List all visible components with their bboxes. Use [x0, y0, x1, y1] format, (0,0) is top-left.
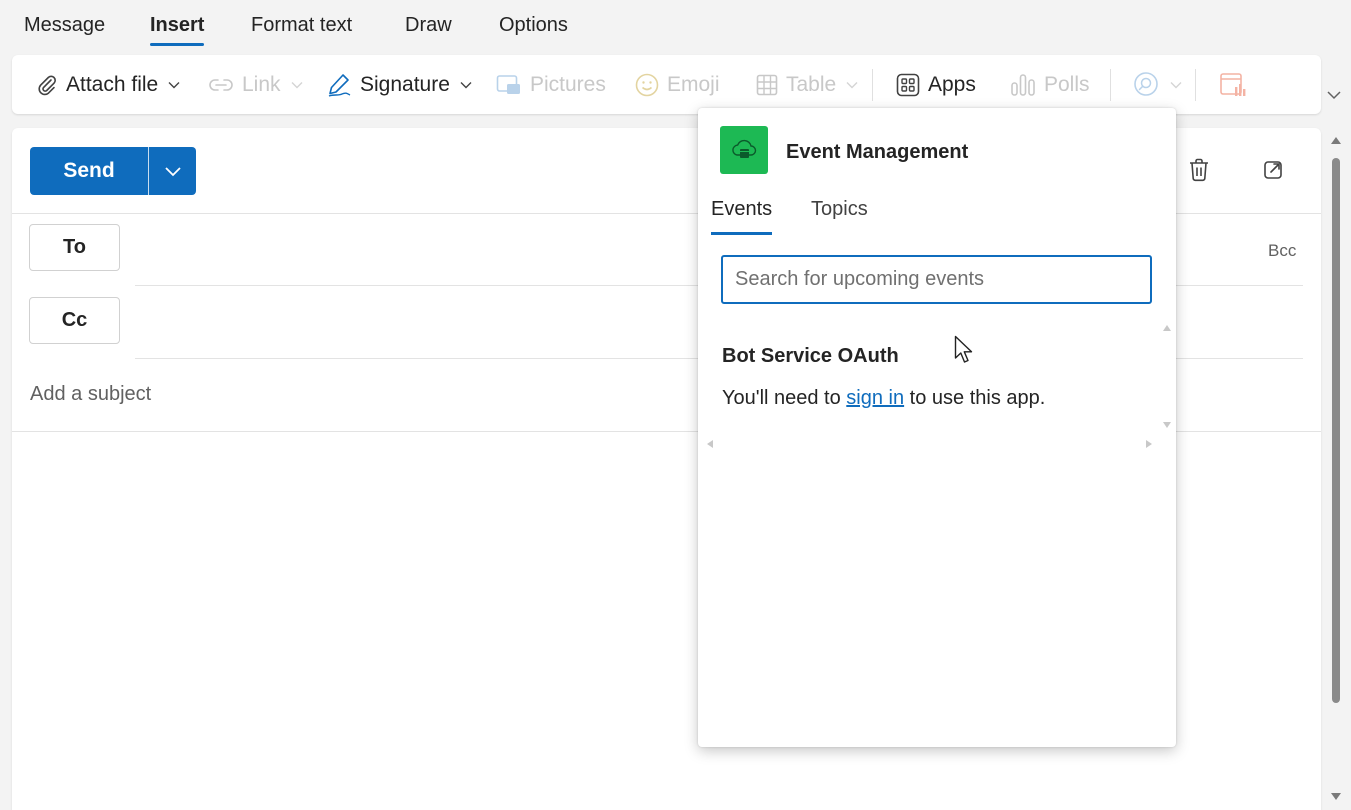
- scroll-up-arrow-icon[interactable]: [1330, 136, 1342, 145]
- pop-out-icon[interactable]: [1263, 158, 1285, 180]
- ribbon-expand-chevron-icon[interactable]: [1326, 90, 1342, 100]
- apps-grid-icon: [896, 73, 920, 96]
- chevron-down-icon: [846, 81, 858, 88]
- events-search-input[interactable]: [721, 255, 1152, 304]
- sign-in-link[interactable]: sign in: [846, 387, 904, 409]
- scrollbar-thumb[interactable]: [1332, 158, 1340, 703]
- tab-options[interactable]: Options: [499, 14, 568, 37]
- subject-input[interactable]: Add a subject: [30, 383, 151, 406]
- mouse-pointer-icon: [954, 335, 973, 363]
- event-management-panel: Event Management Events Topics Bot Servi…: [698, 108, 1176, 747]
- polls-label: Polls: [1044, 72, 1090, 96]
- link-button[interactable]: Link: [208, 55, 303, 114]
- apps-label: Apps: [928, 72, 976, 96]
- toolbar-divider: [1110, 69, 1111, 101]
- send-options-dropdown[interactable]: [149, 147, 196, 195]
- chevron-down-icon: [460, 81, 472, 88]
- scroll-down-arrow-icon[interactable]: [1330, 792, 1342, 801]
- tab-events[interactable]: Events: [711, 198, 773, 235]
- table-button[interactable]: Table: [756, 55, 858, 114]
- poll-chart-icon: [1011, 73, 1035, 96]
- auth-message-suffix: to use this app.: [904, 387, 1046, 409]
- app-logo: [720, 126, 768, 174]
- tab-format-text[interactable]: Format text: [251, 14, 352, 37]
- emoji-button[interactable]: Emoji: [635, 55, 720, 114]
- vertical-scrollbar[interactable]: [1327, 128, 1347, 810]
- toolbar-divider: [1195, 69, 1196, 101]
- send-button[interactable]: Send: [30, 147, 148, 195]
- tab-message[interactable]: Message: [24, 14, 105, 37]
- content-scroll-left-icon[interactable]: [706, 439, 714, 449]
- signature-label: Signature: [360, 72, 450, 96]
- menu-tabs: Message Insert Format text Draw Options: [0, 0, 1351, 50]
- chevron-down-icon: [1170, 81, 1182, 88]
- pictures-label: Pictures: [530, 72, 606, 96]
- picture-icon: [496, 74, 520, 94]
- signature-pen-icon: [328, 73, 351, 97]
- auth-message-prefix: You'll need to: [722, 387, 847, 409]
- cloud-calendar-icon: [732, 139, 757, 158]
- app-title: Event Management: [786, 141, 969, 163]
- signature-button[interactable]: Signature: [326, 55, 472, 114]
- content-scroll-down-icon[interactable]: [1162, 421, 1172, 429]
- auth-title: Bot Service OAuth: [722, 345, 899, 367]
- bcc-button[interactable]: Bcc: [1268, 241, 1296, 261]
- link-icon: [209, 78, 233, 91]
- table-icon: [756, 74, 778, 95]
- content-scroll-up-icon[interactable]: [1162, 324, 1172, 332]
- emoji-icon: [635, 73, 659, 96]
- attach-file-label: Attach file: [66, 72, 159, 96]
- chevron-down-icon: [168, 81, 180, 88]
- tab-insert[interactable]: Insert: [150, 14, 205, 46]
- toolbar-divider: [872, 69, 873, 101]
- tab-topics[interactable]: Topics: [811, 198, 868, 221]
- calendar-chart-icon: [1220, 72, 1246, 96]
- emoji-label: Emoji: [667, 72, 720, 96]
- content-scroll-right-icon[interactable]: [1145, 439, 1153, 449]
- paperclip-icon: [38, 75, 56, 95]
- table-label: Table: [786, 72, 837, 96]
- apps-button[interactable]: Apps: [896, 55, 976, 114]
- cc-button[interactable]: Cc: [29, 297, 120, 344]
- chat-search-icon: [1134, 71, 1158, 96]
- loop-chat-button[interactable]: [1132, 55, 1182, 114]
- send-button-group: Send: [30, 147, 196, 195]
- to-button[interactable]: To: [29, 224, 120, 271]
- auth-message: You'll need to sign in to use this app.: [722, 387, 1045, 410]
- chevron-down-icon: [291, 81, 303, 88]
- pictures-button[interactable]: Pictures: [496, 55, 606, 114]
- ribbon-toolbar: Attach file Link Signature Pictures Emoj…: [12, 55, 1321, 114]
- tab-draw[interactable]: Draw: [405, 14, 452, 37]
- chevron-down-icon: [164, 166, 181, 176]
- polls-button[interactable]: Polls: [1010, 55, 1090, 114]
- discard-trash-icon[interactable]: [1188, 158, 1210, 182]
- viva-insights-button[interactable]: [1219, 55, 1247, 114]
- link-label: Link: [242, 72, 281, 96]
- attach-file-button[interactable]: Attach file: [36, 55, 180, 114]
